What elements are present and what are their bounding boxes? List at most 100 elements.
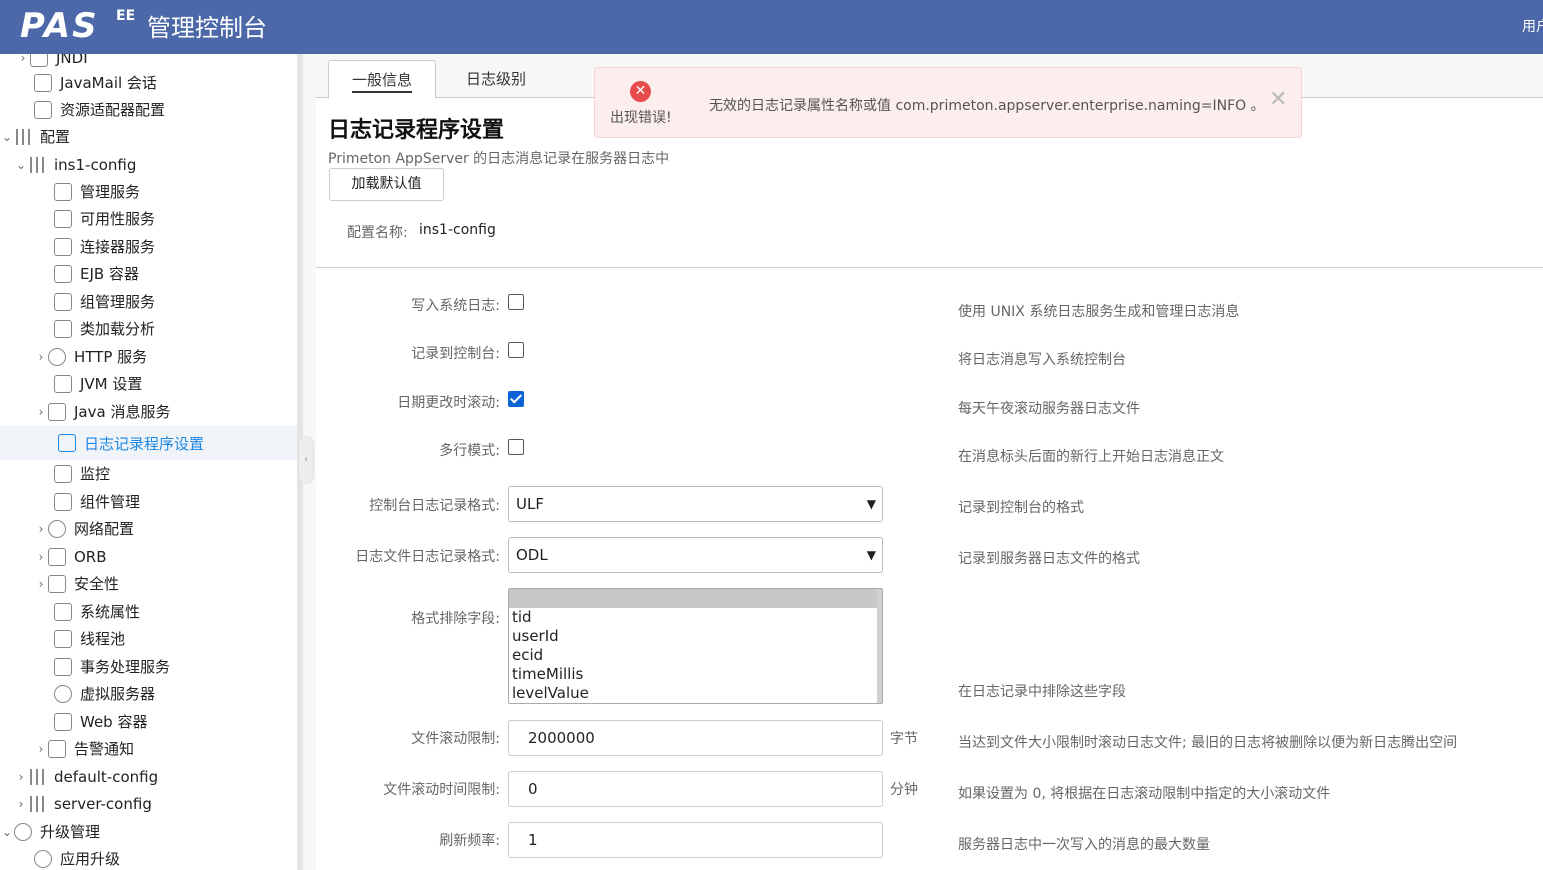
http-icon bbox=[54, 684, 72, 703]
tree-item-thread-pool[interactable]: 线程池 bbox=[0, 625, 297, 652]
tree-item-server-config[interactable]: › server-config bbox=[0, 790, 297, 817]
file-format-label: 日志文件日志记录格式: bbox=[355, 549, 500, 565]
log-console-checkbox[interactable] bbox=[508, 342, 524, 358]
tree-item-resource-adapter[interactable]: 资源适配器配置 bbox=[0, 96, 297, 123]
tree-item-connector[interactable]: 连接器服务 bbox=[0, 233, 297, 260]
exclude-fields-listbox[interactable]: tid userId ecid timeMillis levelValue bbox=[508, 588, 883, 704]
tree-item-label: Java 消息服务 bbox=[74, 403, 171, 421]
chevron-down-icon: ▼ bbox=[866, 548, 876, 562]
page-title: 日志记录程序设置 bbox=[328, 118, 505, 143]
tree-item-group-mgmt[interactable]: 组管理服务 bbox=[0, 288, 297, 315]
list-option[interactable]: timeMillis bbox=[509, 665, 882, 684]
list-option[interactable]: userId bbox=[509, 627, 882, 646]
chevron-right-icon[interactable]: › bbox=[34, 577, 48, 591]
multiline-checkbox[interactable] bbox=[508, 439, 524, 455]
file-rotation-time-input[interactable]: 0 bbox=[508, 771, 883, 807]
chevron-right-icon[interactable]: › bbox=[34, 522, 48, 536]
file-format-select[interactable]: ODL ▼ bbox=[508, 537, 883, 573]
user-menu[interactable]: 用户 bbox=[1522, 16, 1543, 36]
tree-item-label: 组件管理 bbox=[80, 493, 141, 511]
tree-item-ins1-config[interactable]: ⌄ ins1-config bbox=[0, 151, 297, 178]
mail-icon bbox=[34, 73, 52, 92]
tree-item-label: 升级管理 bbox=[40, 823, 101, 841]
listbox-scrollbar[interactable] bbox=[877, 589, 882, 703]
console-format-select[interactable]: ULF ▼ bbox=[508, 486, 883, 522]
tree-item-logger-settings[interactable]: 日志记录程序设置 bbox=[0, 426, 297, 460]
tree-item-jms[interactable]: › Java 消息服务 bbox=[0, 398, 297, 425]
close-icon[interactable]: ✕ bbox=[1269, 89, 1287, 111]
list-option[interactable]: tid bbox=[509, 608, 882, 627]
tree-item-config[interactable]: ⌄ 配置 bbox=[0, 123, 297, 150]
rotate-date-checkbox[interactable] bbox=[508, 391, 524, 407]
cube-icon bbox=[54, 319, 72, 338]
tree-item-transaction[interactable]: 事务处理服务 bbox=[0, 653, 297, 680]
edit-icon bbox=[58, 434, 76, 452]
http-icon bbox=[48, 347, 66, 366]
tree-item-http[interactable]: › HTTP 服务 bbox=[0, 343, 297, 370]
tree-item-availability[interactable]: 可用性服务 bbox=[0, 205, 297, 232]
chevron-right-icon[interactable]: › bbox=[34, 550, 48, 564]
tree-item-web-container[interactable]: Web 容器 bbox=[0, 708, 297, 735]
tree-item-alerts[interactable]: › 告警通知 bbox=[0, 735, 297, 762]
chevron-right-icon[interactable]: › bbox=[14, 770, 28, 784]
gear-icon bbox=[54, 292, 72, 311]
orb-icon bbox=[48, 547, 66, 566]
cube-icon bbox=[54, 264, 72, 283]
home-icon bbox=[54, 182, 72, 201]
chevron-down-icon[interactable]: ⌄ bbox=[0, 130, 14, 144]
chevron-right-icon[interactable]: › bbox=[34, 742, 48, 756]
list-option[interactable]: levelValue bbox=[509, 684, 882, 703]
chevron-right-icon[interactable]: › bbox=[34, 350, 48, 364]
tree-item-default-config[interactable]: › default-config bbox=[0, 763, 297, 790]
tree-item-component-mgmt[interactable]: 组件管理 bbox=[0, 488, 297, 515]
load-defaults-button[interactable]: 加载默认值 bbox=[329, 168, 444, 201]
tree-item-security[interactable]: › 安全性 bbox=[0, 570, 297, 597]
tree-item-label: 线程池 bbox=[80, 630, 126, 648]
config-icon bbox=[28, 156, 46, 174]
mail-icon bbox=[48, 402, 66, 421]
pool-icon bbox=[54, 629, 72, 648]
file-format-desc: 记录到服务器日志文件的格式 bbox=[958, 551, 1140, 567]
gear-icon bbox=[54, 602, 72, 621]
tree-item-label: JavaMail 会话 bbox=[60, 74, 157, 92]
cube-icon bbox=[54, 492, 72, 511]
tree-item-ejb[interactable]: EJB 容器 bbox=[0, 260, 297, 287]
tree-item-virtual-server[interactable]: 虚拟服务器 bbox=[0, 680, 297, 707]
tab-log-levels[interactable]: 日志级别 bbox=[446, 60, 546, 98]
file-rotation-limit-input[interactable]: 2000000 bbox=[508, 720, 883, 756]
file-rotation-limit-desc: 当达到文件大小限制时滚动日志文件; 最旧的日志将被删除以便为新日志腾出空间 bbox=[958, 735, 1458, 751]
tree-item-jvm[interactable]: JVM 设置 bbox=[0, 370, 297, 397]
tree-item-app-upgrade[interactable]: 应用升级 bbox=[0, 845, 297, 870]
console-format-desc: 记录到控制台的格式 bbox=[958, 500, 1084, 516]
config-icon bbox=[28, 768, 46, 786]
tree-item-label: 虚拟服务器 bbox=[80, 685, 156, 703]
exclude-fields-desc: 在日志记录中排除这些字段 bbox=[958, 684, 1126, 700]
multiline-label: 多行模式: bbox=[439, 443, 500, 459]
tree-item-orb[interactable]: › ORB bbox=[0, 543, 297, 570]
flush-frequency-input[interactable]: 1 bbox=[508, 822, 883, 858]
tree-item-admin-service[interactable]: 管理服务 bbox=[0, 178, 297, 205]
tab-general[interactable]: 一般信息 bbox=[328, 60, 436, 99]
console-format-value: ULF bbox=[516, 495, 544, 513]
tree-item-system-props[interactable]: 系统属性 bbox=[0, 598, 297, 625]
rotate-date-label: 日期更改时滚动: bbox=[397, 395, 500, 411]
tree-item-label: Web 容器 bbox=[80, 713, 148, 731]
list-option[interactable]: ecid bbox=[509, 646, 882, 665]
file-rotation-time-label: 文件滚动时间限制: bbox=[383, 782, 500, 798]
chevron-right-icon[interactable]: › bbox=[16, 54, 30, 65]
tree-item-classloader[interactable]: 类加载分析 bbox=[0, 315, 297, 342]
collapse-sidebar-icon[interactable]: ‹ bbox=[298, 436, 314, 484]
chevron-down-icon[interactable]: ⌄ bbox=[14, 158, 28, 172]
tree-item-network[interactable]: › 网络配置 bbox=[0, 515, 297, 542]
write-syslog-checkbox[interactable] bbox=[508, 294, 524, 310]
alert-title: 出现错误! bbox=[610, 110, 672, 126]
write-syslog-label: 写入系统日志: bbox=[411, 298, 500, 314]
chevron-right-icon[interactable]: › bbox=[34, 405, 48, 419]
tree-item-upgrade-mgmt[interactable]: ⌄ 升级管理 bbox=[0, 818, 297, 845]
tree-item-monitoring[interactable]: 监控 bbox=[0, 460, 297, 487]
chevron-right-icon[interactable]: › bbox=[14, 797, 28, 811]
chevron-down-icon[interactable]: ⌄ bbox=[0, 825, 14, 839]
chart-icon bbox=[48, 739, 66, 758]
http-icon bbox=[48, 519, 66, 538]
tree-item-javamail[interactable]: JavaMail 会话 bbox=[0, 69, 297, 96]
